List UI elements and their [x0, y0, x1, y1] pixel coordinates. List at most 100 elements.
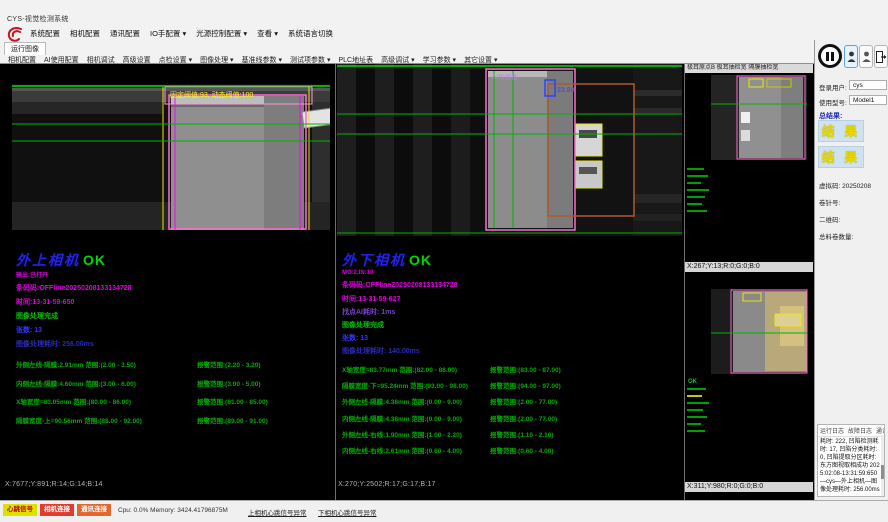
exit-button[interactable] — [874, 45, 888, 68]
menu-comm-config[interactable]: 通讯配置 — [110, 28, 140, 39]
threshold-overlay-label: 固定阈值:93, 动态阈值:100 — [170, 90, 253, 99]
right-top-header-tabs[interactable]: 极耳原点B 极耳抽检宽 隔膜抽检宽 — [685, 64, 813, 73]
model-field[interactable]: Model1 — [849, 95, 887, 105]
heartbeat-status-badge: 心跳信号 — [3, 504, 37, 516]
menu-io-config[interactable]: IO手配置 ▾ — [150, 28, 186, 39]
product-region — [171, 96, 304, 230]
qr-code-label: 二维码: — [819, 214, 840, 224]
right-top-camera-image[interactable] — [685, 74, 813, 260]
log-tabs: 运行日志 故障日志 通讯日志 — [818, 425, 884, 437]
tab-run-image[interactable]: 运行图像 — [4, 42, 46, 55]
left-timestamp: 时间:13-31-59-650 — [16, 297, 346, 307]
left-camera-result-ok: OK — [83, 252, 106, 268]
menu-camera-config[interactable]: 相机配置 — [70, 28, 100, 39]
measurement-row: 内侧左线-右线:2.61mm 范围:(0.60 - 4.00)报警范围:(0.6… — [342, 445, 672, 455]
measurement-row: 隔膜宽度-上=90.56mm 范围:(88.00 - 92.00)报警范围:(8… — [16, 415, 346, 425]
mid-camera-image[interactable]: AI检测框 23.80 — [337, 64, 682, 236]
log-tab-comm[interactable]: 通讯日志 — [876, 426, 885, 435]
menu-language-switch[interactable]: 系统语言切换 — [288, 28, 333, 39]
login-user-field[interactable]: cys — [849, 80, 887, 90]
measurement-row: 内侧左线-隔膜:4.38mm 范围:(0.00 - 9.00)报警范围:(2.0… — [342, 413, 672, 423]
user-login-button[interactable] — [844, 45, 858, 68]
alarm-range: 报警范围:(2.00 - 77.00) — [490, 396, 557, 406]
mid-pixel-coords: X:270;Y:2502;R:17;G:17;B:17 — [338, 481, 436, 488]
alarm-range: 报警范围:(81.00 - 85.00) — [197, 396, 268, 406]
left-camera-image[interactable]: 固定阈值:93, 动态阈值:100 — [12, 84, 330, 230]
login-user-label: 登录用户: — [819, 82, 847, 92]
mid-output-state: MO:2,IN:10 — [342, 270, 672, 276]
product-region — [488, 71, 573, 228]
measurement-row: 隔膜宽度-下=95.24mm 范围:(93.00 - 98.00)报警范围:(9… — [342, 380, 672, 390]
log-tab-fault[interactable]: 故障日志 — [848, 426, 872, 435]
log-panel: 运行日志 故障日志 通讯日志 耗时: 222, 凹陷检测耗时: 17, 凹陷分类… — [817, 424, 885, 497]
alarm-range: 报警范围:(94.00 - 97.00) — [490, 380, 561, 390]
menu-system-config[interactable]: 系统配置 — [30, 28, 60, 39]
measurement-row: 外侧左线-隔膜:2.91mm 范围:(2.00 - 3.50)报警范围:(2.2… — [16, 359, 346, 369]
cpu-memory-readout: Cpu: 0.0% Memory: 3424.41796875M — [118, 507, 228, 514]
left-output-state: 输出:已打开 — [16, 270, 346, 279]
left-camera-result-block: 外上相机OK 输出:已打开 条码码:OFFline202502081331347… — [16, 250, 346, 425]
menu-bar: 系统配置 相机配置 通讯配置 IO手配置 ▾ 光源控制配置 ▾ 查看 ▾ 系统语… — [30, 28, 333, 39]
thumbnail-result-ok: OK — [688, 379, 698, 385]
needle-number-label: 卷针号: — [819, 197, 840, 207]
roll-count-label: 总料卷数量: — [819, 231, 853, 241]
menu-view[interactable]: 查看 ▾ — [257, 28, 278, 39]
comm-connect-status-badge: 通讯连接 — [77, 504, 111, 516]
left-process-time: 图像处理耗时: 256.00ms — [16, 339, 346, 349]
status-bar: 心跳信号 相机连接 通讯连接 Cpu: 0.0% Memory: 3424.41… — [0, 500, 888, 522]
alarm-range: 报警范围:(2.20 - 3.20) — [197, 359, 261, 369]
user-icon — [862, 51, 871, 63]
pause-button[interactable] — [818, 44, 842, 68]
mid-barcode: 条码码:OFFline20250208133134728 — [342, 280, 672, 290]
mid-frame-count: 张数: 13 — [342, 333, 672, 343]
left-process-done: 图像处理完成 — [16, 311, 346, 321]
alarm-range: 报警范围:(0.60 - 4.00) — [490, 445, 554, 455]
log-scrollbar[interactable] — [881, 435, 884, 497]
upper-camera-warning: 上相机心跳信号异常 — [248, 507, 307, 517]
user-icon — [847, 51, 856, 63]
app-logo-icon — [6, 26, 24, 43]
window-chrome: CYS-视觉检测系统 系统配置 相机配置 通讯配置 IO手配置 ▾ 光源控制配置… — [0, 0, 888, 64]
mid-camera-title: 外下相机OK — [342, 250, 672, 270]
measurement-row: 外侧左线-右线:1.90mm 范围:(1.00 - 2.20)报警范围:(1.1… — [342, 429, 672, 439]
mid-process-done: 图像处理完成 — [342, 320, 672, 330]
mid-camera-result-ok: OK — [409, 252, 432, 268]
window-title: CYS-视觉检测系统 — [7, 14, 69, 24]
left-frame-count: 张数: 13 — [16, 325, 346, 335]
result-badge-lower: 结 果 — [818, 146, 864, 168]
alarm-range: 报警范围:(2.00 - 77.00) — [490, 413, 557, 423]
right-bottom-pixel-coords: X:311;Y:980;R:0;G:0;B:0 — [685, 482, 813, 492]
main-view-area: 固定阈值:93, 动态阈值:100 外上相机OK 输出:已打开 条码码:OFFl… — [0, 64, 814, 500]
exit-door-icon — [876, 51, 887, 63]
measurement-row: X轴宽度=83.05mm 范围:(80.00 - 86.00)报警范围:(81.… — [16, 396, 346, 406]
alarm-range: 报警范围:(83.00 - 87.00) — [490, 364, 561, 374]
log-text: 耗时: 222, 凹陷检测耗时: 17, 凹陷分类耗时: 0, 凹陷提取分区耗时… — [818, 437, 884, 495]
ai-detect-box-label: AI检测框 — [492, 72, 518, 81]
left-pixel-coords: X:7677;Y:891;R:14;G:14;B:14 — [5, 481, 103, 488]
model-label: 使用型号: — [819, 97, 847, 107]
log-tab-run[interactable]: 运行日志 — [820, 426, 844, 435]
result-badge-upper: 结 果 — [818, 120, 864, 142]
measurement-row: 内侧左线-隔膜:4.60mm 范围:(3.00 - 6.00)报警范围:(3.0… — [16, 378, 346, 388]
user-switch-button[interactable] — [859, 45, 873, 68]
control-sidebar: 登录用户: cys 使用型号: Model1 总结果: 结 果 结 果 虚拟码:… — [814, 40, 888, 500]
left-barcode: 条码码:OFFline20250208133134728 — [16, 283, 346, 293]
mid-process-time: 图像处理耗时: 140.00ms — [342, 346, 672, 356]
right-top-pixel-coords: X:267;Y:13;R:0;G:0;B:0 — [685, 262, 813, 272]
alarm-range: 报警范围:(89.00 - 91.00) — [197, 415, 268, 425]
left-camera-title: 外上相机OK — [16, 250, 346, 270]
alarm-range: 报警范围:(3.00 - 5.00) — [197, 378, 261, 388]
measurement-row: X轴宽度=83.77mm 范围:(82.00 - 88.00)报警范围:(83.… — [342, 364, 672, 374]
thumbnail-image — [711, 289, 807, 374]
mid-timestamp: 时间:13-31-59-627 — [342, 294, 672, 304]
mid-ai-time: 找点AI耗时: 1ms — [342, 307, 672, 317]
right-bottom-camera-image[interactable]: OK — [685, 276, 813, 481]
menu-light-config[interactable]: 光源控制配置 ▾ — [196, 28, 247, 39]
camera-connect-status-badge: 相机连接 — [40, 504, 74, 516]
measurement-row: 外侧左线-隔膜:4.38mm 范围:(0.00 - 9.00)报警范围:(2.0… — [342, 396, 672, 406]
lower-camera-warning: 下相机心跳信号异常 — [318, 507, 377, 517]
app-window: CYS-视觉检测系统 系统配置 相机配置 通讯配置 IO手配置 ▾ 光源控制配置… — [0, 0, 888, 522]
thumbnail-image — [711, 75, 807, 160]
measure-value-overlay: 23.80 — [557, 87, 575, 94]
mid-camera-result-block: 外下相机OK MO:2,IN:10 条码码:OFFline20250208133… — [342, 250, 672, 455]
